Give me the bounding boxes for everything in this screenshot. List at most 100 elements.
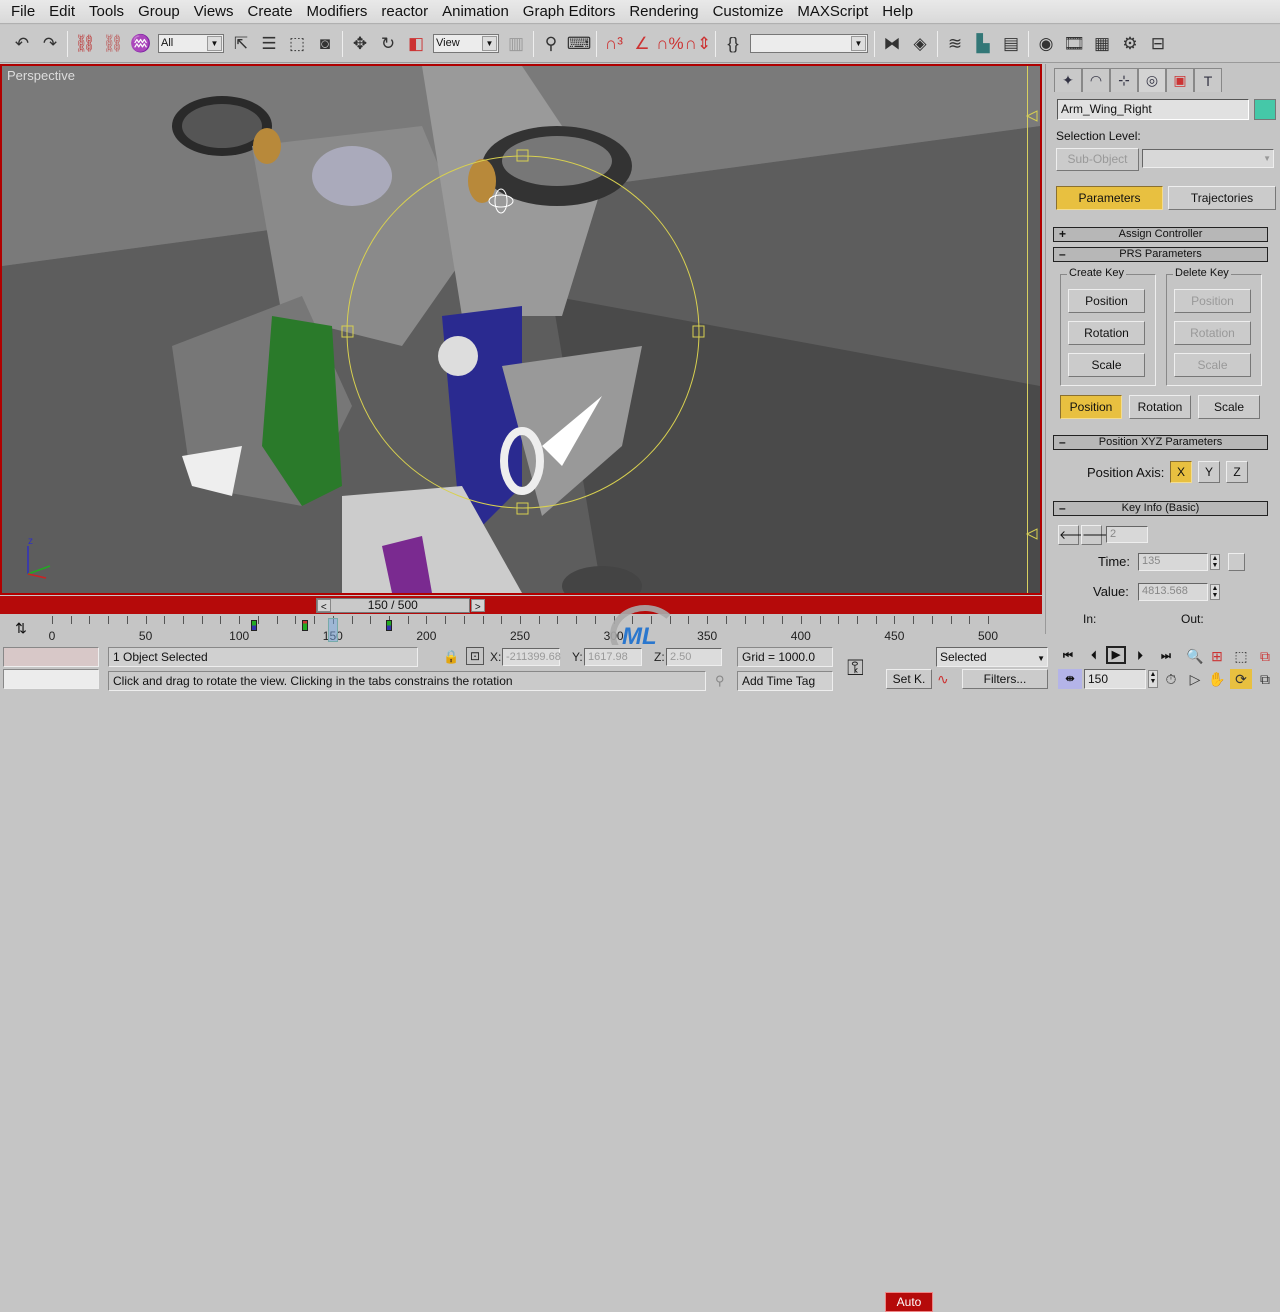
move-icon[interactable]: ✥: [346, 29, 374, 59]
selection-filter-dropdown[interactable]: All ▼: [158, 34, 224, 53]
menu-help[interactable]: Help: [875, 3, 920, 20]
auto-key-button[interactable]: Auto: [885, 1292, 933, 1312]
prs-parameters-rollout[interactable]: – PRS Parameters: [1053, 247, 1268, 262]
select-object-icon[interactable]: ⇱: [227, 29, 255, 59]
axis-y-button[interactable]: Y: [1198, 461, 1220, 483]
object-color-swatch[interactable]: [1254, 99, 1276, 120]
key-filter-dropdown[interactable]: Selected ▼: [936, 647, 1048, 667]
object-name-field[interactable]: Arm_Wing_Right: [1057, 99, 1249, 120]
key-mode-toggle-icon[interactable]: ⇹: [1058, 669, 1082, 689]
frame-spinner[interactable]: ▲ ▼: [1148, 670, 1158, 688]
named-selection-dropdown[interactable]: ▼: [750, 34, 868, 53]
arc-rotate-icon[interactable]: ⟳: [1230, 669, 1252, 689]
position-xyz-rollout[interactable]: – Position XYZ Parameters: [1053, 435, 1268, 450]
select-and-link-icon[interactable]: ⛓: [71, 29, 99, 59]
prev-key-button[interactable]: 🡐: [1058, 525, 1091, 545]
maxscript-listener-mini[interactable]: [3, 647, 99, 667]
time-field[interactable]: 135: [1138, 553, 1208, 571]
layer-manager-icon[interactable]: ≋: [941, 29, 969, 59]
prs-rotation-tab[interactable]: Rotation: [1129, 395, 1191, 419]
menu-create[interactable]: Create: [241, 3, 300, 20]
parameters-button[interactable]: Parameters: [1056, 186, 1163, 210]
delete-scale-key-button[interactable]: Scale: [1174, 353, 1251, 377]
rotate-icon[interactable]: ↻: [374, 29, 402, 59]
current-frame-field[interactable]: 150: [1084, 669, 1146, 689]
undo-icon[interactable]: ↶: [8, 29, 36, 59]
time-spinner[interactable]: ▲ ▼: [1210, 554, 1220, 570]
keyboard-shortcut-icon[interactable]: ⌨: [565, 29, 593, 59]
menu-file[interactable]: File: [4, 3, 42, 20]
percent-snap-icon[interactable]: ∩%: [656, 29, 684, 59]
value-spinner[interactable]: ▲ ▼: [1210, 584, 1220, 600]
absolute-mode-icon[interactable]: ⊡: [466, 647, 484, 665]
snaps-toggle-icon[interactable]: ∩³: [600, 29, 628, 59]
active-shade-icon[interactable]: ⊟: [1144, 29, 1172, 59]
render-table-icon[interactable]: ▦: [1088, 29, 1116, 59]
maximize-viewport-icon[interactable]: ⧉: [1254, 669, 1276, 689]
bind-space-warp-icon[interactable]: ♒: [127, 29, 155, 59]
zoom-extents-icon[interactable]: ⬚: [1230, 646, 1252, 666]
z-coordinate-field[interactable]: 2.50: [666, 648, 722, 666]
time-slider-track[interactable]: [0, 596, 1042, 614]
go-to-end-icon[interactable]: ⏭: [1154, 646, 1178, 666]
prs-scale-tab[interactable]: Scale: [1198, 395, 1260, 419]
zoom-extents-all-icon[interactable]: ⧉: [1254, 646, 1276, 666]
selection-lock-icon[interactable]: 🔒: [443, 649, 459, 665]
scale-icon[interactable]: ◧: [402, 29, 430, 59]
assign-controller-rollout[interactable]: + Assign Controller: [1053, 227, 1268, 242]
x-coordinate-field[interactable]: -211399.68: [502, 648, 561, 666]
create-tab-icon[interactable]: ✦: [1054, 68, 1082, 92]
edit-named-selection-icon[interactable]: {}: [719, 29, 747, 59]
zoom-icon[interactable]: 🔍: [1184, 646, 1206, 666]
go-to-start-icon[interactable]: ⏮: [1056, 646, 1080, 666]
field-of-view-icon[interactable]: ▷: [1184, 669, 1206, 689]
menu-modifiers[interactable]: Modifiers: [300, 3, 375, 20]
material-editor-icon[interactable]: ▤: [997, 29, 1025, 59]
mirror-icon[interactable]: ⧓: [878, 29, 906, 59]
menu-group[interactable]: Group: [131, 3, 187, 20]
previous-frame-icon[interactable]: ⏴: [1082, 646, 1106, 666]
reference-coord-dropdown[interactable]: View ▼: [433, 34, 499, 53]
next-key-button[interactable]: 🡒: [1081, 525, 1114, 545]
time-slider[interactable]: < 150 / 500 >: [315, 598, 485, 613]
render-frame-icon[interactable]: 🎞: [1060, 29, 1088, 59]
zoom-all-icon[interactable]: ⊞: [1206, 646, 1228, 666]
time-configuration-icon[interactable]: ⏱: [1160, 669, 1182, 689]
menu-maxscript[interactable]: MAXScript: [790, 3, 875, 20]
menu-reactor[interactable]: reactor: [374, 3, 435, 20]
use-pivot-icon[interactable]: ▥: [502, 29, 530, 59]
viewport-label[interactable]: Perspective: [7, 68, 75, 83]
time-prev-button[interactable]: <: [316, 599, 331, 613]
modify-tab-icon[interactable]: ◠: [1082, 68, 1110, 92]
spinner-snap-icon[interactable]: ∩⇕: [684, 29, 712, 59]
menu-animation[interactable]: Animation: [435, 3, 516, 20]
quick-render-icon[interactable]: ⚙: [1116, 29, 1144, 59]
current-frame-marker[interactable]: [327, 618, 338, 642]
menu-customize[interactable]: Customize: [706, 3, 791, 20]
delete-rotation-key-button[interactable]: Rotation: [1174, 321, 1251, 345]
window-crossing-icon[interactable]: ◙: [311, 29, 339, 59]
trajectories-button[interactable]: Trajectories: [1168, 186, 1276, 210]
sub-object-button[interactable]: Sub-Object: [1056, 148, 1139, 171]
delete-position-key-button[interactable]: Position: [1174, 289, 1251, 313]
axis-x-button[interactable]: X: [1170, 461, 1192, 483]
display-tab-icon[interactable]: ▣: [1166, 68, 1194, 92]
select-manipulate-icon[interactable]: ⚲: [537, 29, 565, 59]
sub-object-dropdown[interactable]: ▼: [1142, 149, 1274, 168]
maxscript-input-mini[interactable]: [3, 669, 99, 689]
utilities-tab-icon[interactable]: T: [1194, 68, 1222, 92]
axis-z-button[interactable]: Z: [1226, 461, 1248, 483]
track-bar[interactable]: ⇅ 050100150200250300350400450500: [0, 614, 1042, 644]
set-key-icon[interactable]: ⚿: [847, 655, 864, 681]
unlink-icon[interactable]: ⛓: [99, 29, 127, 59]
menu-edit[interactable]: Edit: [42, 3, 82, 20]
menu-tools[interactable]: Tools: [82, 3, 131, 20]
prs-position-tab[interactable]: Position: [1060, 395, 1122, 419]
create-position-key-button[interactable]: Position: [1068, 289, 1145, 313]
set-key-button[interactable]: Set K.: [886, 669, 932, 689]
pan-hand-icon[interactable]: ✋: [1206, 669, 1228, 689]
render-setup-icon[interactable]: ◉: [1032, 29, 1060, 59]
create-rotation-key-button[interactable]: Rotation: [1068, 321, 1145, 345]
hierarchy-tab-icon[interactable]: ⊹: [1110, 68, 1138, 92]
align-icon[interactable]: ◈: [906, 29, 934, 59]
